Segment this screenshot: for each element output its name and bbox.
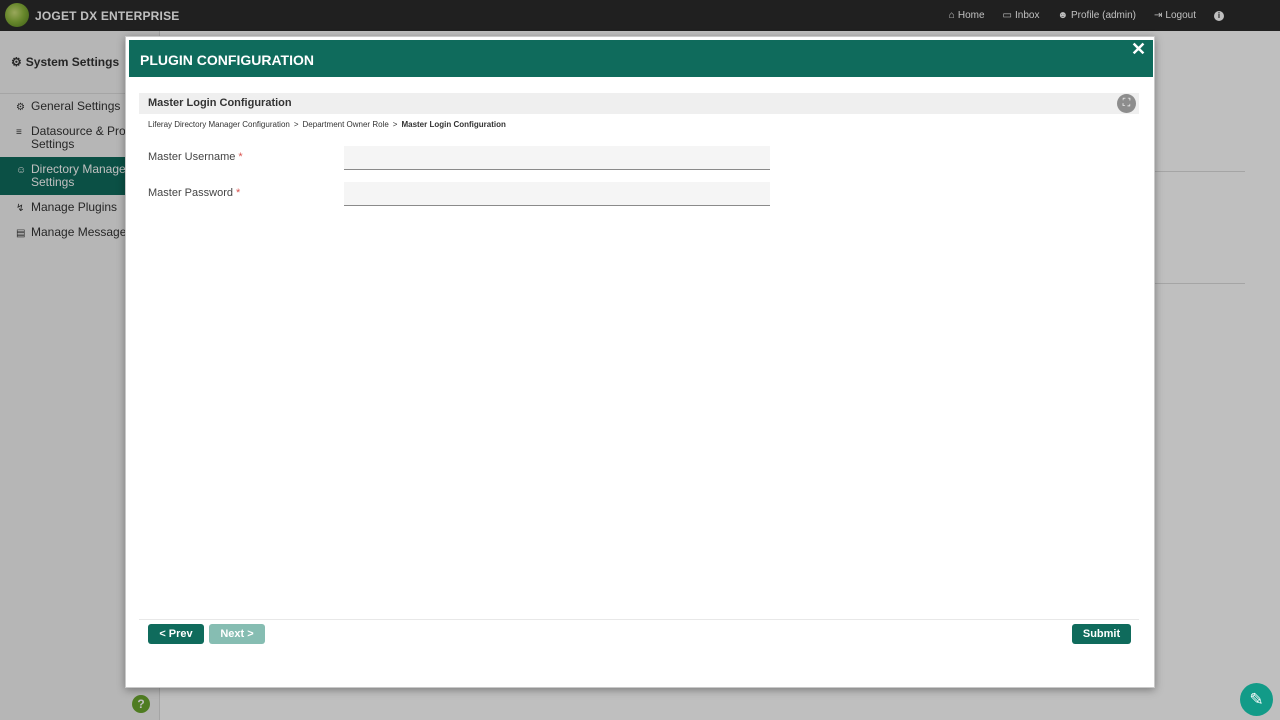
next-button[interactable]: Next > <box>209 624 265 644</box>
section-header: Master Login Configuration ⛶ <box>139 93 1139 114</box>
submit-button[interactable]: Submit <box>1072 624 1131 644</box>
breadcrumb-current: Master Login Configuration <box>401 120 506 129</box>
breadcrumb-separator: > <box>392 120 398 129</box>
fullscreen-icon[interactable]: ⛶ <box>1117 94 1136 113</box>
pencil-edit-icon[interactable]: ✎ <box>1240 683 1273 716</box>
master-password-input[interactable] <box>344 182 770 206</box>
footer-divider <box>139 619 1139 620</box>
master-username-label: Master Username * <box>148 151 243 163</box>
prev-button[interactable]: < Prev <box>148 624 204 644</box>
dialog-header: PLUGIN CONFIGURATION ✕ <box>129 39 1153 77</box>
section-title: Master Login Configuration <box>148 97 292 109</box>
master-username-input[interactable] <box>344 146 770 170</box>
field-label-text: Master Password <box>148 187 233 199</box>
breadcrumb-separator: > <box>293 120 299 129</box>
master-password-row: Master Password * <box>148 182 788 206</box>
close-icon[interactable]: ✕ <box>1131 39 1146 60</box>
master-password-label: Master Password * <box>148 187 240 199</box>
breadcrumb: Liferay Directory Manager Configuration >… <box>148 120 506 129</box>
required-marker: * <box>238 151 243 163</box>
breadcrumb-item[interactable]: Department Owner Role <box>303 120 389 129</box>
breadcrumb-item[interactable]: Liferay Directory Manager Configuration <box>148 120 290 129</box>
field-label-text: Master Username <box>148 151 236 163</box>
required-marker: * <box>235 187 241 199</box>
master-username-row: Master Username * <box>148 146 788 170</box>
plugin-configuration-dialog: PLUGIN CONFIGURATION ✕ Master Login Conf… <box>125 36 1155 688</box>
dialog-title: PLUGIN CONFIGURATION <box>140 52 314 68</box>
